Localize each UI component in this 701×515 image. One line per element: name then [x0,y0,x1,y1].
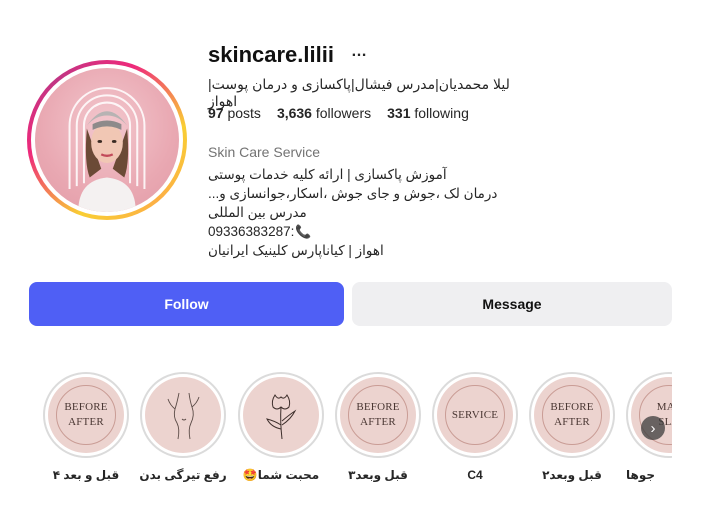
highlight-cover-text: BEFORE AFTER [356,400,399,430]
avatar-inner [31,64,183,216]
highlight-cover [243,377,319,453]
highlight-ring: BEFORE AFTER [43,372,129,458]
highlight-ring: MAS SLA [626,372,672,458]
highlight-item[interactable]: محبت شما🤩 [238,372,324,482]
bio-phone: 09336383287: 📞 [208,222,508,241]
highlight-item[interactable]: BEFORE AFTER قبل وبعد۲ [529,372,615,482]
followers-count: 3,636 [276,105,312,121]
highlight-item[interactable]: BEFORE AFTER قبل و بعد ۴ [43,372,129,482]
body-sketch-icon [167,392,200,440]
avatar-photo [35,68,179,212]
highlight-cover-text: BEFORE AFTER [550,400,593,430]
highlight-ring: SERVICE [432,372,518,458]
highlight-cover: BEFORE AFTER [534,377,610,453]
chevron-right-icon[interactable]: › [641,416,665,440]
avatar-portrait [68,87,146,212]
highlight-cover: BEFORE AFTER [48,377,124,453]
highlight-ring [238,372,324,458]
cover-text-line: AFTER [360,416,396,428]
highlight-ring [140,372,226,458]
highlight-label: قبل وبعد۳ [348,468,408,482]
highlight-cover [145,377,221,453]
follow-button[interactable]: Follow [29,282,344,326]
followers-stat[interactable]: 3,636 followers [277,105,371,121]
highlight-label: قبل وبعد۲ [542,468,602,482]
cover-text-line: BEFORE [356,401,400,413]
following-label: following [414,105,469,121]
profile-avatar[interactable] [27,60,187,220]
flower-icon [266,394,297,440]
highlight-label: قبل و بعد ۴ [52,468,120,482]
posts-count: 97 [208,105,224,121]
highlight-ring: BEFORE AFTER [529,372,615,458]
cover-text-line: AFTER [68,416,104,428]
highlight-label: رفع تیرگی بدن [139,468,227,482]
highlight-cover: BEFORE AFTER [340,377,416,453]
highlight-label: C4 [467,468,483,482]
highlight-item[interactable]: رفع تیرگی بدن [139,372,227,482]
cover-text-line: BEFORE [550,401,594,413]
cover-text-line: AFTER [554,416,590,428]
bio-line: اهواز | کیاناپارس کلینیک ایرانیان [208,243,384,258]
cover-text-line: MAS [656,401,672,413]
story-highlights: BEFORE AFTER قبل و بعد ۴ رفع تیرگی بدن م… [0,372,672,492]
following-stat[interactable]: 331 following [387,105,469,121]
highlight-label: جوها [626,468,655,482]
highlight-item[interactable]: BEFORE AFTER قبل وبعد۳ [335,372,421,482]
bio-line: مدرس بین المللی [208,205,307,220]
highlight-cover-text: BEFORE AFTER [64,400,107,430]
highlight-cover: MAS SLA [631,377,672,453]
phone-number: 09336383287: [208,224,295,239]
posts-label: posts [227,105,261,121]
cover-text-line: BEFORE [64,401,108,413]
cover-text-line: SERVICE [451,408,499,421]
bio-line: آموزش پاکسازی | ارائه کلیه خدمات پوستی [208,167,447,182]
profile-bio: آموزش پاکسازی | ارائه کلیه خدمات پوستی د… [208,165,508,260]
highlight-cover: SERVICE [437,377,513,453]
profile-username: skincare.lilii [208,42,334,67]
highlight-cover-text: SERVICE [452,408,498,423]
highlight-item[interactable]: SERVICE C4 [432,372,518,482]
more-options-icon[interactable]: … [351,43,368,61]
followers-label: followers [315,105,372,121]
profile-stats: 97 posts 3,636 followers 331 following [208,105,469,121]
message-button[interactable]: Message [352,282,672,326]
posts-stat[interactable]: 97 posts [208,105,261,121]
phone-icon: 📞 [295,224,312,239]
bio-line: درمان لک ،جوش و جای جوش ،اسکار،جوانسازی … [208,186,498,201]
highlight-ring: BEFORE AFTER [335,372,421,458]
following-count: 331 [387,105,411,121]
profile-category: Skin Care Service [208,144,321,160]
highlight-label: محبت شما🤩 [242,468,320,482]
